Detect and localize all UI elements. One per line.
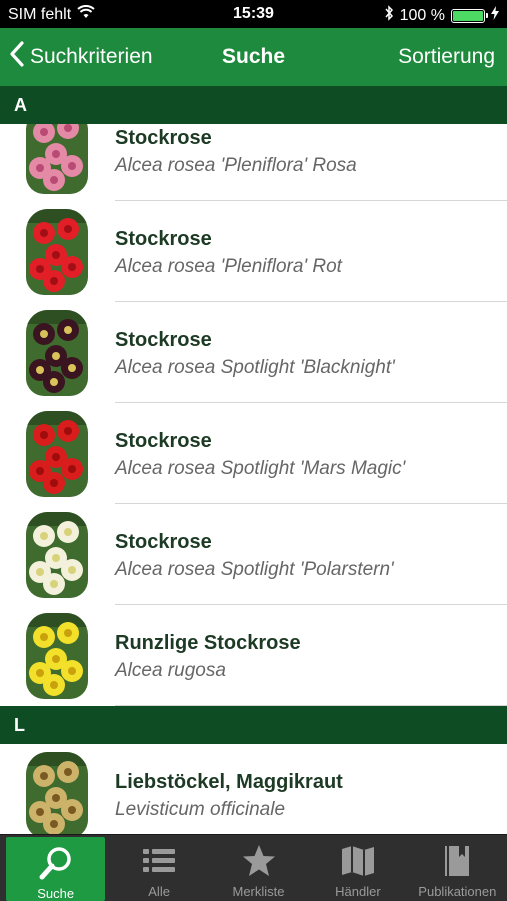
plant-thumbnail [26,209,88,295]
tab-bar: Suche Alle Merkliste Händler Publikation… [0,834,507,901]
tab-search[interactable]: Suche [6,837,106,901]
back-label: Suchkriterien [30,45,153,68]
tab-search-label: Suche [37,886,75,901]
navigation-bar: Suchkriterien Suche Sortierung [0,28,507,86]
plant-latin-name: Alcea rosea 'Pleniflora' Rosa [115,155,357,176]
tab-all-label: Alle [148,884,170,899]
list-icon [143,849,176,872]
back-button[interactable]: Suchkriterien [10,28,153,86]
tab-dealers-label: Händler [335,884,381,899]
list-item[interactable]: Stockrose Alcea rosea 'Pleniflora' Rot [0,201,507,302]
sort-button[interactable]: Sortierung [398,28,495,86]
plant-common-name: Stockrose [115,127,212,149]
list-item[interactable]: Liebstöckel, Maggikraut Levisticum offici… [0,744,507,845]
plant-common-name: Stockrose [115,531,212,553]
plant-latin-name: Alcea rosea Spotlight 'Mars Magic' [115,458,406,479]
list-item[interactable]: Stockrose Alcea rosea Spotlight 'Mars Mag… [0,403,507,504]
plant-latin-name: Levisticum officinale [115,799,286,820]
plant-thumbnail [26,752,88,838]
plant-common-name: Liebstöckel, Maggikraut [115,771,343,793]
bluetooth-icon [384,5,394,26]
tab-publications[interactable]: Publikationen [408,835,507,901]
charging-icon [491,6,499,25]
plant-latin-name: Alcea rosea Spotlight 'Polarstern' [115,559,394,580]
status-bar: SIM fehlt 15:39 100 % [0,0,507,28]
section-header: L [0,706,507,744]
battery-icon [451,8,488,23]
chevron-left-icon [10,41,24,73]
book-icon [445,846,470,876]
plant-common-name: Stockrose [115,329,212,351]
battery-percent: 100 % [399,6,445,24]
list-item[interactable]: Stockrose Alcea rosea Spotlight 'Blacknig… [0,302,507,403]
plant-common-name: Stockrose [115,430,212,452]
section-header: A [0,86,507,124]
plant-thumbnail [26,613,88,699]
plant-thumbnail [26,512,88,598]
plant-thumbnail [26,310,88,396]
plant-common-name: Stockrose [115,228,212,250]
plant-latin-name: Alcea rosea Spotlight 'Blacknight' [115,357,395,378]
tab-watchlist-label: Merkliste [232,884,285,899]
plant-thumbnail [26,411,88,497]
list-item[interactable]: Stockrose Alcea rosea Spotlight 'Polarste… [0,504,507,605]
search-icon [39,847,71,880]
tab-dealers[interactable]: Händler [308,835,407,901]
list-item[interactable]: Runzlige Stockrose Alcea rugosa [0,605,507,706]
tab-watchlist[interactable]: Merkliste [209,835,308,901]
plant-latin-name: Alcea rosea 'Pleniflora' Rot [115,256,342,277]
tab-all[interactable]: Alle [109,835,208,901]
map-icon [341,846,374,876]
star-icon [242,845,275,876]
plant-common-name: Runzlige Stockrose [115,632,301,654]
plant-latin-name: Alcea rugosa [115,660,226,681]
status-right: 100 % [384,5,499,26]
tab-publications-label: Publikationen [418,884,497,899]
